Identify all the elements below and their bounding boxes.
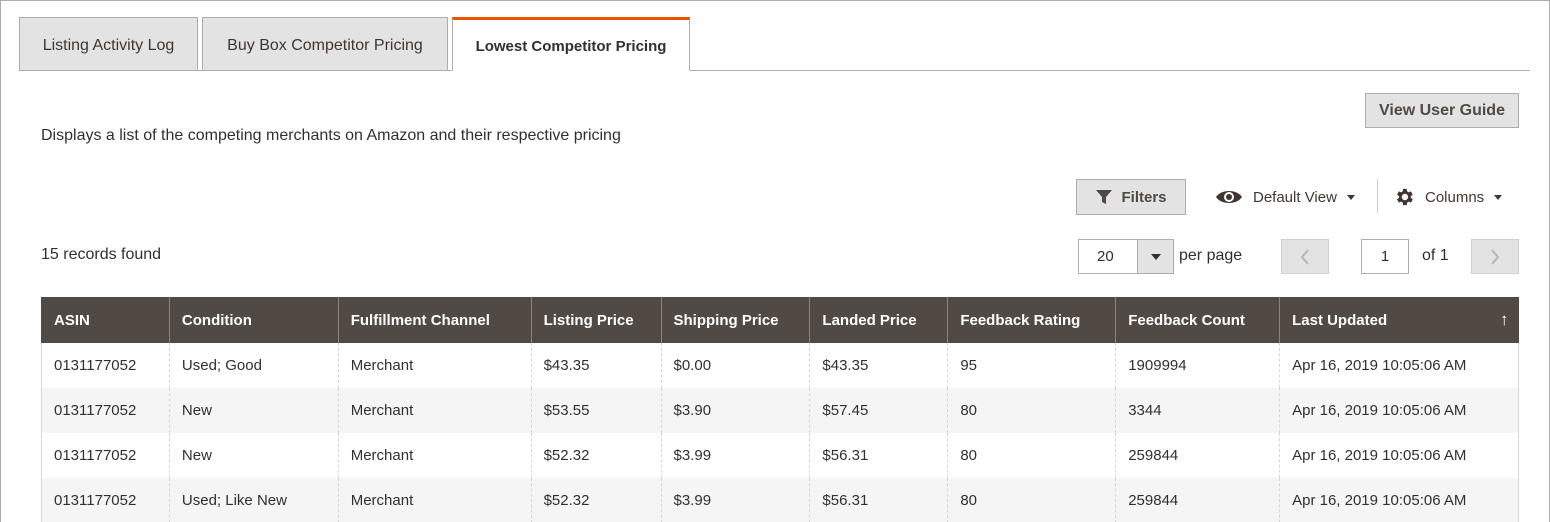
chevron-down-icon xyxy=(1494,194,1503,200)
column-header-fulfillment-channel[interactable]: Fulfillment Channel xyxy=(337,297,532,343)
records-found: 15 records found xyxy=(41,246,162,263)
table-header-row: ASIN Condition Fulfillment Channel Listi… xyxy=(41,297,1519,343)
page-frame: Listing Activity Log Buy Box Competitor … xyxy=(0,0,1550,522)
cell-last-updated: Apr 16, 2019 10:05:06 AM xyxy=(1279,433,1519,478)
column-header-shipping-price[interactable]: Shipping Price xyxy=(660,297,810,343)
column-header-condition[interactable]: Condition xyxy=(168,297,339,343)
cell-listing-price: $43.35 xyxy=(530,343,661,388)
filters-button[interactable]: Filters xyxy=(1076,179,1186,215)
cell-last-updated: Apr 16, 2019 10:05:06 AM xyxy=(1279,343,1519,388)
cell-feedback-rating: 95 xyxy=(947,343,1116,388)
column-header-feedback-count[interactable]: Feedback Count xyxy=(1115,297,1280,343)
cell-asin: 0131177052 xyxy=(41,343,170,388)
competitor-pricing-table: ASIN Condition Fulfillment Channel Listi… xyxy=(41,297,1519,522)
cell-feedback-count: 1909994 xyxy=(1115,343,1280,388)
cell-last-updated: Apr 16, 2019 10:05:06 AM xyxy=(1279,478,1519,522)
cell-fulfillment-channel: Merchant xyxy=(337,343,532,388)
view-user-guide-button[interactable]: View User Guide xyxy=(1365,93,1519,128)
chevron-left-icon xyxy=(1300,248,1309,265)
page-description: Displays a list of the competing merchan… xyxy=(41,127,621,144)
next-page-button[interactable] xyxy=(1471,239,1519,274)
cell-landed-price: $57.45 xyxy=(809,388,948,433)
filters-label: Filters xyxy=(1121,188,1167,206)
view-switcher[interactable]: Default View xyxy=(1215,185,1355,209)
table-row[interactable]: 0131177052 Used; Good Merchant $43.35 $0… xyxy=(41,343,1519,388)
cell-feedback-count: 3344 xyxy=(1115,388,1280,433)
cell-asin: 0131177052 xyxy=(41,433,170,478)
cell-condition: New xyxy=(168,388,339,433)
cell-shipping-price: $0.00 xyxy=(660,343,810,388)
cell-asin: 0131177052 xyxy=(41,478,170,522)
cell-shipping-price: $3.99 xyxy=(660,478,810,522)
chevron-right-icon xyxy=(1491,248,1500,265)
table-row[interactable]: 0131177052 Used; Like New Merchant $52.3… xyxy=(41,478,1519,522)
chevron-down-icon xyxy=(1346,194,1355,200)
cell-condition: New xyxy=(168,433,339,478)
column-header-feedback-rating[interactable]: Feedback Rating xyxy=(947,297,1116,343)
tab-listing-activity-log[interactable]: Listing Activity Log xyxy=(19,17,198,71)
tab-lowest-competitor-pricing[interactable]: Lowest Competitor Pricing xyxy=(452,17,690,71)
cell-listing-price: $52.32 xyxy=(530,433,661,478)
cell-fulfillment-channel: Merchant xyxy=(337,433,532,478)
tab-buy-box-competitor-pricing[interactable]: Buy Box Competitor Pricing xyxy=(202,17,448,71)
cell-condition: Used; Like New xyxy=(168,478,339,522)
per-page-label: per page xyxy=(1179,247,1243,264)
column-header-label: Last Updated xyxy=(1292,311,1388,329)
current-page-input[interactable] xyxy=(1361,239,1409,274)
cell-asin: 0131177052 xyxy=(41,388,170,433)
table-row[interactable]: 0131177052 New Merchant $52.32 $3.99 $56… xyxy=(41,433,1519,478)
cell-shipping-price: $3.99 xyxy=(660,433,810,478)
previous-page-button[interactable] xyxy=(1281,239,1329,274)
column-header-listing-price[interactable]: Listing Price xyxy=(530,297,661,343)
cell-last-updated: Apr 16, 2019 10:05:06 AM xyxy=(1279,388,1519,433)
cell-feedback-count: 259844 xyxy=(1115,478,1280,522)
cell-listing-price: $52.32 xyxy=(530,478,661,522)
filter-icon xyxy=(1096,190,1113,204)
column-header-asin[interactable]: ASIN xyxy=(41,297,170,343)
cell-feedback-rating: 80 xyxy=(947,433,1116,478)
cell-condition: Used; Good xyxy=(168,343,339,388)
cell-shipping-price: $3.90 xyxy=(660,388,810,433)
page-total: of 1 xyxy=(1422,247,1449,264)
cell-listing-price: $53.55 xyxy=(530,388,661,433)
tab-bar: Listing Activity Log Buy Box Competitor … xyxy=(19,17,1530,71)
cell-fulfillment-channel: Merchant xyxy=(337,388,532,433)
columns-control[interactable]: Columns xyxy=(1393,185,1503,209)
cell-feedback-rating: 80 xyxy=(947,478,1116,522)
cell-fulfillment-channel: Merchant xyxy=(337,478,532,522)
per-page-toggle[interactable] xyxy=(1137,240,1173,273)
cell-landed-price: $56.31 xyxy=(809,478,948,522)
view-label: Default View xyxy=(1253,188,1337,206)
gear-icon xyxy=(1397,188,1413,206)
table-row[interactable]: 0131177052 New Merchant $53.55 $3.90 $57… xyxy=(41,388,1519,433)
cell-landed-price: $56.31 xyxy=(809,433,948,478)
per-page-select[interactable]: 20 xyxy=(1078,239,1174,274)
column-header-landed-price[interactable]: Landed Price xyxy=(809,297,948,343)
cell-feedback-rating: 80 xyxy=(947,388,1116,433)
per-page-value: 20 xyxy=(1097,248,1114,265)
chevron-down-icon xyxy=(1150,253,1161,260)
cell-landed-price: $43.35 xyxy=(809,343,948,388)
column-header-last-updated[interactable]: Last Updated ↑ xyxy=(1279,297,1519,343)
eye-icon xyxy=(1216,191,1242,203)
cell-feedback-count: 259844 xyxy=(1115,433,1280,478)
sort-ascending-icon: ↑ xyxy=(1500,310,1509,329)
toolbar-divider xyxy=(1377,179,1378,213)
columns-label: Columns xyxy=(1425,188,1485,206)
